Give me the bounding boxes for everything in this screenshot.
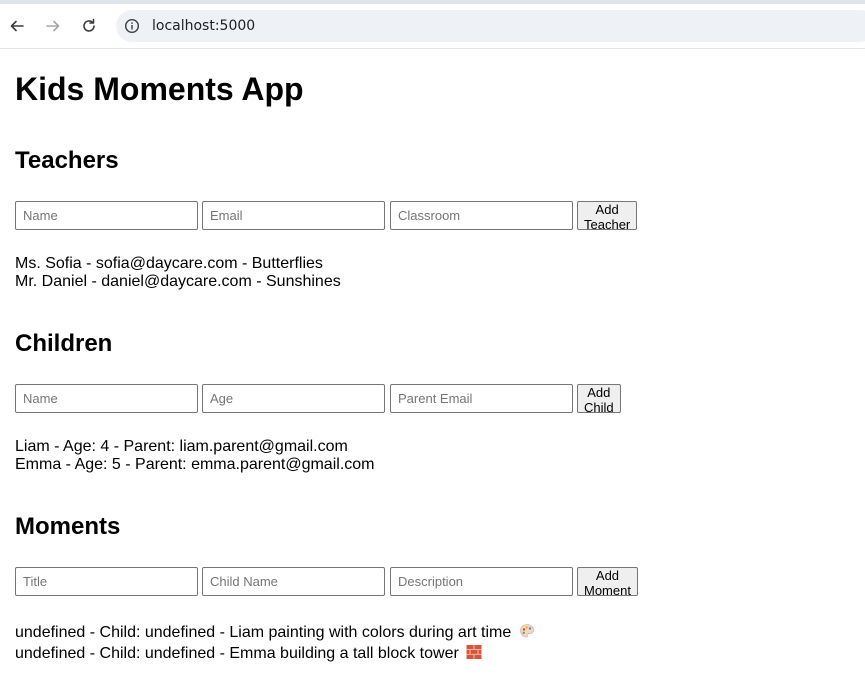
- forward-button[interactable]: [41, 14, 65, 38]
- add-moment-button[interactable]: Add Moment: [577, 567, 638, 598]
- child-name-input[interactable]: [15, 384, 198, 413]
- moment-title-input[interactable]: [15, 567, 198, 596]
- bricks-icon: [466, 645, 482, 659]
- moment-description-input[interactable]: [390, 567, 573, 596]
- add-child-button[interactable]: Add Child: [577, 384, 621, 415]
- back-button[interactable]: [5, 14, 29, 38]
- forward-arrow-icon: [46, 20, 60, 32]
- moment-list: undefined - Child: undefined - Liam pain…: [15, 622, 535, 664]
- moment-child-name-input[interactable]: [202, 567, 385, 596]
- list-item: undefined - Child: undefined - Liam pain…: [15, 622, 535, 643]
- add-teacher-button[interactable]: Add Teacher: [577, 201, 638, 232]
- parent-email-input[interactable]: [390, 384, 573, 413]
- teacher-name-input[interactable]: [15, 201, 198, 230]
- moments-heading: Moments: [15, 513, 121, 540]
- palette-icon: [519, 624, 534, 638]
- address-url[interactable]: localhost:5000: [152, 18, 255, 34]
- browser-toolbar: localhost:5000: [0, 4, 865, 49]
- list-item: Ms. Sofia - sofia@daycare.com - Butterfl…: [15, 255, 323, 272]
- site-info-icon[interactable]: [124, 18, 140, 34]
- list-item: Emma - Age: 5 - Parent: emma.parent@gmai…: [15, 456, 375, 473]
- child-age-input[interactable]: [202, 384, 385, 413]
- address-bar[interactable]: localhost:5000: [116, 10, 865, 42]
- moment-text: undefined - Child: undefined - Emma buil…: [15, 645, 459, 662]
- back-arrow-icon: [10, 20, 24, 32]
- child-list: Liam - Age: 4 - Parent: liam.parent@gmai…: [15, 438, 374, 474]
- teachers-heading: Teachers: [15, 147, 119, 174]
- teacher-list: Ms. Sofia - sofia@daycare.com - Butterfl…: [15, 255, 341, 291]
- teacher-classroom-input[interactable]: [390, 201, 573, 230]
- page-title: Kids Moments App: [15, 71, 304, 107]
- list-item: undefined - Child: undefined - Emma buil…: [15, 643, 535, 664]
- children-heading: Children: [15, 330, 113, 357]
- reload-icon: [83, 18, 95, 32]
- moment-text: undefined - Child: undefined - Liam pain…: [15, 624, 512, 641]
- teacher-email-input[interactable]: [202, 201, 385, 230]
- reload-button[interactable]: [77, 14, 101, 38]
- list-item: Mr. Daniel - daniel@daycare.com - Sunshi…: [15, 273, 341, 290]
- list-item: Liam - Age: 4 - Parent: liam.parent@gmai…: [15, 438, 348, 455]
